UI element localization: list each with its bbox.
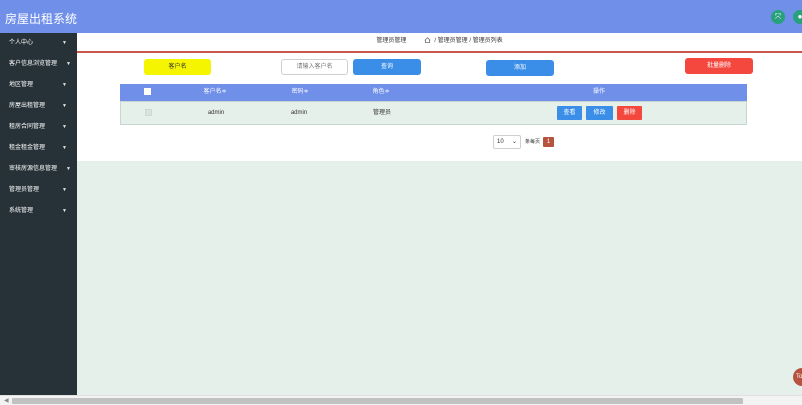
column-header-password[interactable]: 密码≑ <box>260 84 340 101</box>
per-page-label: 条每页 <box>525 139 541 145</box>
sidebar: 个人中心 ▼ 客户信息浏览管理 ▼ 地区管理 ▼ 房屋出租管理 ▼ 租房合同管理 ▼ 租金… <box>0 33 77 395</box>
caret-down-icon: ▼ <box>62 145 67 151</box>
view-button[interactable]: 查看 <box>557 106 582 120</box>
sidebar-item-label: 审核房源信息管理 <box>9 166 58 172</box>
scrollbar-thumb[interactable] <box>12 398 743 404</box>
caret-down-icon: ▼ <box>62 103 67 109</box>
page-size-select[interactable]: 10 ⌄ <box>493 135 521 149</box>
add-button[interactable]: 添加 <box>486 60 554 76</box>
sidebar-item-system[interactable]: 系统管理 ▼ <box>0 201 77 222</box>
caret-down-icon: ▼ <box>66 61 71 67</box>
breadcrumb-path[interactable]: / 管理员管理 / 管理员列表 <box>434 38 502 44</box>
home-icon[interactable] <box>424 37 431 44</box>
sidebar-item-label: 租房合同管理 <box>9 124 46 130</box>
page-size-value: 10 <box>497 139 504 145</box>
caret-down-icon: ▼ <box>66 166 71 172</box>
customer-name-label: 客户名 <box>144 59 211 75</box>
caret-down-icon: ▼ <box>62 208 67 214</box>
sidebar-item-region[interactable]: 地区管理 ▼ <box>0 75 77 96</box>
breadcrumb-current: 管理员管理 <box>376 38 407 44</box>
edit-button[interactable]: 修改 <box>586 106 613 120</box>
user-icon[interactable]: ● <box>793 10 802 24</box>
caret-down-icon: ▼ <box>62 187 67 193</box>
sidebar-item-label: 客户信息浏览管理 <box>9 61 58 67</box>
caret-down-icon: ▼ <box>62 40 67 46</box>
divider <box>77 51 802 53</box>
horizontal-scrollbar[interactable]: ◀ <box>0 395 802 405</box>
delete-button[interactable]: 删除 <box>617 106 642 120</box>
sidebar-item-label: 地区管理 <box>9 82 34 88</box>
chevron-down-icon: ⌄ <box>511 139 517 145</box>
back-to-top-button[interactable]: To <box>793 368 802 386</box>
sidebar-item-admin[interactable]: 管理员管理 ▼ <box>0 180 77 201</box>
sidebar-item-label: 房屋出租管理 <box>9 103 46 109</box>
app-title: 房屋出租系统 <box>5 12 78 26</box>
cell-password: admin <box>290 110 308 116</box>
select-all-checkbox[interactable] <box>137 84 157 101</box>
sidebar-item-listing-review[interactable]: 审核房源信息管理 ▼ <box>0 159 77 180</box>
main-content: 管理员管理 / 管理员管理 / 管理员列表 客户名 查询 添加 批量删除 客户名≑… <box>77 33 802 161</box>
sidebar-item-house-rental[interactable]: 房屋出租管理 ▼ <box>0 96 77 117</box>
expand-arrows-icon[interactable]: ⤧ <box>771 10 785 24</box>
page-number-button[interactable]: 1 <box>543 137 554 147</box>
scroll-left-icon[interactable]: ◀ <box>4 397 9 404</box>
cell-username: admin <box>207 110 225 116</box>
table-header: 客户名≑ 密码≑ 角色≑ 操作 <box>120 84 747 101</box>
cell-role: 管理员 <box>372 110 391 116</box>
sidebar-item-customer-info[interactable]: 客户信息浏览管理 ▼ <box>0 54 77 75</box>
sidebar-item-lease-contract[interactable]: 租房合同管理 ▼ <box>0 117 77 138</box>
sidebar-item-personal-center[interactable]: 个人中心 ▼ <box>0 33 77 54</box>
column-header-role[interactable]: 角色≑ <box>341 84 421 101</box>
column-header-actions: 操作 <box>592 89 605 95</box>
row-checkbox[interactable] <box>138 102 158 124</box>
column-header-username[interactable]: 客户名≑ <box>175 84 255 101</box>
batch-delete-button[interactable]: 批量删除 <box>685 58 753 74</box>
query-button[interactable]: 查询 <box>353 59 421 75</box>
table-row: admin admin 管理员 查看 修改 删除 <box>120 101 747 125</box>
breadcrumb: 管理员管理 / 管理员管理 / 管理员列表 <box>77 33 802 49</box>
sidebar-item-label: 个人中心 <box>9 40 34 46</box>
sidebar-item-label: 租金租金管理 <box>9 145 46 151</box>
search-input[interactable] <box>281 59 348 75</box>
caret-down-icon: ▼ <box>62 82 67 88</box>
sidebar-item-rent[interactable]: 租金租金管理 ▼ <box>0 138 77 159</box>
top-bar: 房屋出租系统 ⤧ ● <box>0 0 802 33</box>
sidebar-item-label: 系统管理 <box>9 208 34 214</box>
sidebar-item-label: 管理员管理 <box>9 187 40 193</box>
caret-down-icon: ▼ <box>62 124 67 130</box>
